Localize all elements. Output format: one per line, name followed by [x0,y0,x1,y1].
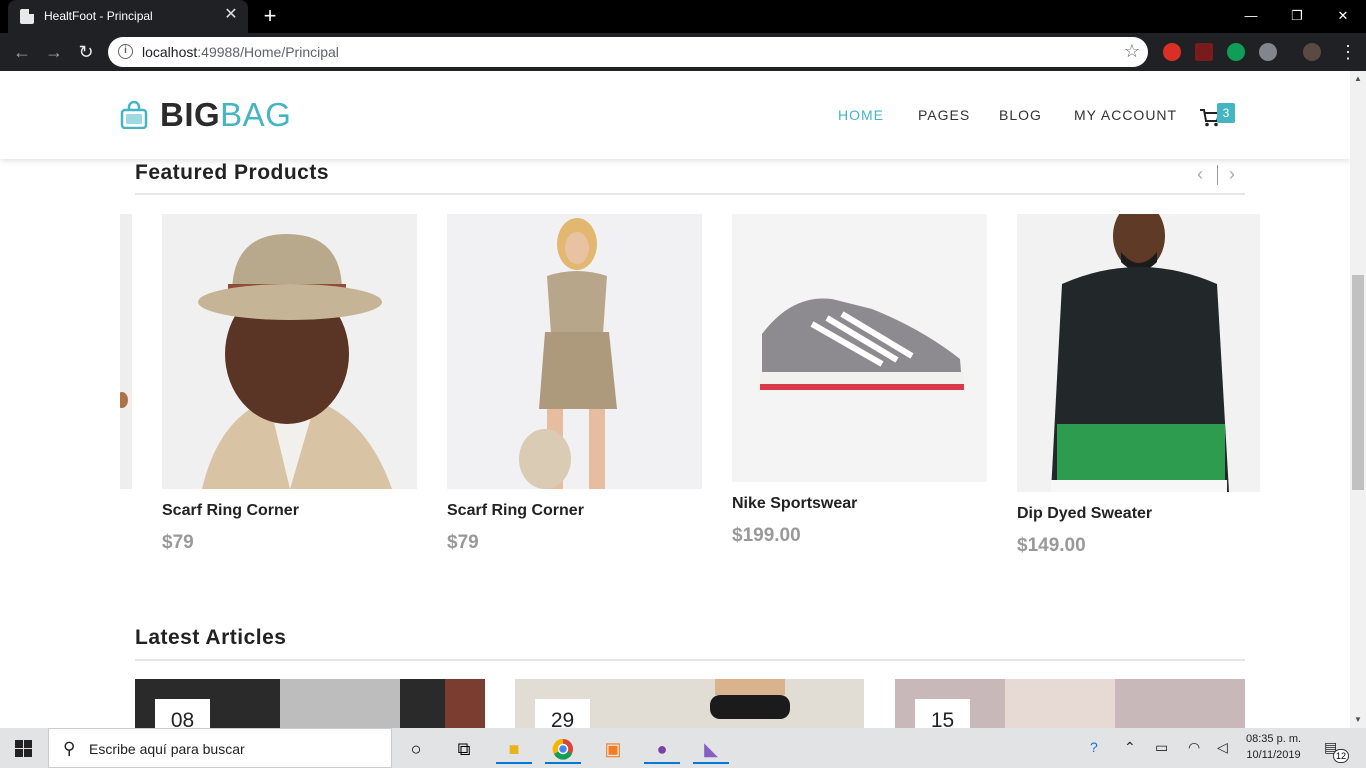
latest-articles-heading: Latest Articles [135,626,287,649]
file-explorer-icon[interactable]: ■ [496,734,532,764]
chrome-icon[interactable] [545,734,581,764]
windows-taskbar: ⚲ Escribe aquí para buscar ○ ⧉ ■ ▣ ● ◣ ?… [0,728,1366,768]
browser-tab[interactable]: HealtFoot - Principal ✕ [8,0,248,33]
product-image-sneaker[interactable] [732,214,987,482]
scroll-up-arrow-icon[interactable]: ▲ [1350,71,1366,87]
nav-pages[interactable]: PAGES [918,107,970,123]
volume-icon[interactable]: ◁ [1217,739,1228,756]
xampp-icon[interactable]: ▣ [595,734,631,764]
new-tab-button[interactable]: + [258,4,282,28]
extension-chat-icon[interactable] [1259,43,1277,61]
article-date: 08 [155,699,210,728]
site-info-icon[interactable]: i [118,44,133,59]
show-hidden-icons-icon[interactable]: ⌃ [1124,739,1136,756]
notification-count-badge: 12 [1333,749,1349,763]
product-image-hat[interactable] [162,214,417,489]
battery-icon[interactable]: ▭ [1155,739,1168,756]
back-icon[interactable]: ← [11,41,33,63]
extension-pdf-icon[interactable] [1195,43,1213,61]
section-divider [135,659,1245,661]
close-tab-icon[interactable]: ✕ [222,6,240,24]
address-bar[interactable]: i localhost:49988/Home/Principal ☆ [108,37,1148,67]
scroll-down-arrow-icon[interactable]: ▼ [1350,712,1366,728]
wifi-icon[interactable]: ◠ [1188,739,1200,756]
shopping-bag-icon [120,101,148,129]
reload-icon[interactable]: ↻ [75,41,97,63]
product-price: $149.00 [1017,535,1086,556]
product-card[interactable]: Scarf Ring Corner $79 [447,214,702,564]
extension-adblock-icon[interactable] [1163,43,1181,61]
product-image-romper[interactable] [447,214,702,489]
maximize-button[interactable]: ❐ [1274,0,1320,33]
profile-avatar[interactable] [1303,43,1321,61]
article-date: 29 [535,699,590,728]
search-icon: ⚲ [63,739,76,758]
taskbar-search-placeholder: Escribe aquí para buscar [89,741,245,757]
taskbar-search-box[interactable]: ⚲ Escribe aquí para buscar [48,728,392,768]
carousel-next-button[interactable]: › [1229,164,1235,185]
product-name[interactable]: Scarf Ring Corner [447,502,584,520]
product-image-sweater[interactable] [1017,214,1260,492]
page-icon [20,9,34,24]
cortana-icon[interactable]: ○ [398,734,434,764]
carousel-separator [1217,165,1218,185]
bookmark-star-icon[interactable]: ☆ [1124,41,1140,62]
product-card[interactable]: Nike Sportswear $199.00 [732,214,987,559]
product-price: $199.00 [732,525,801,546]
task-view-icon[interactable]: ⧉ [446,734,482,764]
system-clock[interactable]: 08:35 p. m. 10/11/2019 [1246,731,1301,763]
carousel-prev-button[interactable]: ‹ [1197,164,1203,185]
menu-icon[interactable]: ⋮ [1337,41,1359,63]
browser-title-bar: HealtFoot - Principal ✕ + — ❐ ✕ [0,0,1366,33]
nav-my-account[interactable]: MY ACCOUNT [1074,107,1177,123]
scrollbar-thumb[interactable] [1352,275,1364,490]
extension-green-icon[interactable] [1227,43,1245,61]
article-card[interactable]: 08 [135,679,485,728]
close-window-button[interactable]: ✕ [1320,0,1366,33]
product-price: $79 [162,532,194,553]
browser-toolbar: ← → ↻ i localhost:49988/Home/Principal ☆… [0,33,1366,71]
product-card[interactable]: Dip Dyed Sweater $149.00 [1017,214,1260,569]
article-date: 15 [915,699,970,728]
section-divider [135,193,1245,195]
product-card-partial[interactable] [120,214,132,489]
tab-title: HealtFoot - Principal [44,9,153,23]
minimize-button[interactable]: — [1228,0,1274,33]
product-name[interactable]: Dip Dyed Sweater [1017,505,1152,523]
product-card[interactable]: Scarf Ring Corner $79 [162,214,417,564]
article-card[interactable]: 15 [895,679,1245,728]
featured-products-heading: Featured Products [135,161,330,184]
site-header: BIGBAG HOME PAGES BLOG MY ACCOUNT 3 [0,71,1350,159]
product-name[interactable]: Scarf Ring Corner [162,502,299,520]
visual-studio-icon[interactable]: ◣ [693,734,729,764]
url-text[interactable]: localhost:49988/Home/Principal [142,44,339,60]
nav-home[interactable]: HOME [838,107,884,123]
article-card[interactable]: 29 [515,679,864,728]
product-name[interactable]: Nike Sportswear [732,495,857,513]
windows-start-icon[interactable] [15,740,32,757]
forward-icon[interactable]: → [43,41,65,63]
help-icon[interactable]: ? [1090,739,1098,755]
page-scrollbar[interactable]: ▲ ▼ [1350,71,1366,728]
app-purple-icon[interactable]: ● [644,734,680,764]
web-page: BIGBAG HOME PAGES BLOG MY ACCOUNT 3 Feat… [0,71,1350,728]
cart-count-badge: 3 [1217,103,1235,123]
nav-blog[interactable]: BLOG [999,107,1042,123]
product-price: $79 [447,532,479,553]
